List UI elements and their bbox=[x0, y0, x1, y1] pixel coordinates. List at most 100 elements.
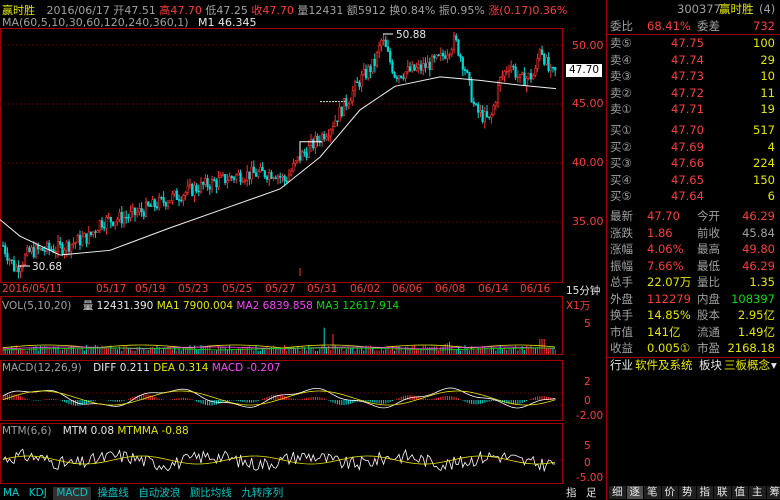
candle-body bbox=[107, 216, 110, 219]
stat-value: 14.85% bbox=[647, 308, 691, 322]
tab-caopanxian[interactable]: 操盘线 bbox=[94, 487, 132, 500]
candle-body bbox=[261, 166, 264, 172]
indicator-button[interactable]: 指 bbox=[563, 487, 580, 500]
bid-price: 47.64 bbox=[671, 189, 704, 203]
candle-body bbox=[472, 101, 475, 105]
quote-tab-9[interactable]: 筹 bbox=[766, 486, 780, 499]
stat-label: 量比 bbox=[697, 275, 720, 289]
candle-body bbox=[292, 163, 295, 172]
candle-body bbox=[206, 178, 209, 187]
candle-body bbox=[232, 177, 236, 180]
candle-body bbox=[257, 171, 260, 177]
candle-body bbox=[545, 57, 548, 65]
quote-tab-6[interactable]: 联 bbox=[714, 486, 731, 499]
bid-qty: 517 bbox=[753, 123, 775, 137]
candle-body bbox=[149, 205, 152, 207]
industry-label: 行业 bbox=[610, 358, 633, 372]
bid-qty: 224 bbox=[753, 156, 775, 170]
candle-body bbox=[499, 77, 502, 87]
stat-value: 45.84 bbox=[742, 225, 775, 240]
candle-body bbox=[184, 192, 187, 196]
candle-body bbox=[351, 90, 354, 102]
candle-body bbox=[384, 39, 387, 48]
mtmma-value: MTMMA -0.88 bbox=[117, 425, 189, 437]
candle-body bbox=[433, 55, 436, 59]
stat-value: 22.07万 bbox=[647, 275, 692, 289]
period-selector[interactable]: 15分钟 bbox=[566, 283, 600, 298]
foot-button[interactable]: 足 bbox=[583, 487, 600, 500]
stat-value: 1.86 bbox=[647, 225, 673, 240]
bid-price: 47.69 bbox=[671, 139, 704, 154]
candle-body bbox=[34, 245, 38, 258]
candle-body bbox=[263, 170, 266, 178]
candle-body bbox=[364, 68, 368, 79]
tab-auto-wave[interactable]: 自动波浪 bbox=[135, 487, 183, 500]
candle-body bbox=[382, 39, 385, 42]
ask-row: 卖⑤ 47.75 100 bbox=[607, 36, 780, 51]
quote-tab-8[interactable]: 主 bbox=[749, 486, 766, 499]
candle-body bbox=[129, 211, 132, 218]
bid-qty: 150 bbox=[753, 172, 775, 187]
stat-value: 2.95亿 bbox=[737, 308, 775, 322]
candle-body bbox=[32, 247, 35, 258]
candle-body bbox=[426, 61, 429, 68]
candle-body bbox=[111, 221, 115, 226]
ask-row: 卖④ 47.74 29 bbox=[607, 53, 780, 68]
quote-tab-4[interactable]: 势 bbox=[679, 486, 696, 499]
stat-row: 涨幅 4.06% 最高 49.80 bbox=[607, 242, 780, 257]
candle-body bbox=[250, 166, 253, 180]
candle-body bbox=[444, 55, 447, 59]
candle-body bbox=[307, 145, 310, 158]
candle-body bbox=[547, 57, 550, 72]
candle-body bbox=[362, 68, 365, 76]
candle-body bbox=[386, 46, 390, 52]
candle-body bbox=[208, 186, 211, 190]
candle-body bbox=[153, 199, 156, 207]
tab-kdj[interactable]: KDJ bbox=[26, 487, 50, 500]
wei-cha-label: 委差 bbox=[697, 19, 720, 33]
quote-tab-5[interactable]: 指 bbox=[696, 486, 713, 499]
candle-body bbox=[23, 254, 27, 265]
candle-body bbox=[342, 98, 346, 117]
tab-gubi-ma[interactable]: 顾比均线 bbox=[187, 487, 235, 500]
candle-body bbox=[213, 179, 216, 182]
stat-row: 换手 14.85% 股本 2.95亿 bbox=[607, 308, 780, 323]
quote-tab-0[interactable]: 细 bbox=[609, 486, 626, 499]
sector-value[interactable]: 三板概念 bbox=[724, 358, 770, 373]
scroll-up-icon[interactable]: ▾ bbox=[771, 358, 777, 373]
industry-value[interactable]: 软件及系统 bbox=[635, 358, 693, 373]
tab-macd[interactable]: MACD bbox=[53, 487, 91, 500]
ask-price: 47.73 bbox=[671, 69, 704, 83]
stat-label: 最高 bbox=[697, 242, 720, 256]
candle-body bbox=[424, 63, 427, 68]
quote-tab-1[interactable]: 逐 bbox=[626, 486, 643, 499]
candle-body bbox=[188, 183, 192, 187]
bid-price: 47.70 bbox=[671, 123, 704, 137]
tab-ma[interactable]: MA bbox=[0, 487, 22, 500]
stock-code: 300377 bbox=[677, 2, 721, 16]
candle-body bbox=[191, 183, 194, 196]
candle-body bbox=[81, 236, 84, 246]
candle-body bbox=[70, 244, 73, 252]
quote-tab-2[interactable]: 笔 bbox=[644, 486, 661, 499]
tab-jiuzhuan[interactable]: 九转序列 bbox=[238, 487, 286, 500]
candle-body bbox=[26, 247, 29, 256]
bid-row: 买① 47.70 517 bbox=[607, 123, 780, 138]
stat-label: 最低 bbox=[697, 258, 720, 273]
candle-body bbox=[538, 49, 541, 59]
stat-value: 47.70 bbox=[647, 209, 680, 223]
date-axis: 2016/05/11 05/17 05/19 05/23 05/25 05/27… bbox=[0, 283, 606, 298]
stat-value: 46.29 bbox=[742, 258, 775, 273]
candle-body bbox=[265, 176, 269, 180]
indicator-tabs: MA KDJ MACD 操盘线 自动波浪 顾比均线 九转序列 bbox=[0, 486, 286, 500]
mtm-tick: 5 bbox=[584, 440, 591, 452]
quote-tab-7[interactable]: 值 bbox=[731, 486, 748, 499]
close-price: 收47.70 bbox=[251, 4, 294, 17]
candle-body bbox=[404, 71, 407, 79]
macd-diff: DIFF 0.211 bbox=[93, 362, 150, 374]
candle-body bbox=[246, 171, 249, 181]
quote-tab-3[interactable]: 价 bbox=[661, 486, 678, 499]
stat-label: 最新 bbox=[610, 209, 633, 223]
vol-qty: 量 12431.390 bbox=[82, 300, 154, 312]
candle-body bbox=[276, 175, 280, 179]
